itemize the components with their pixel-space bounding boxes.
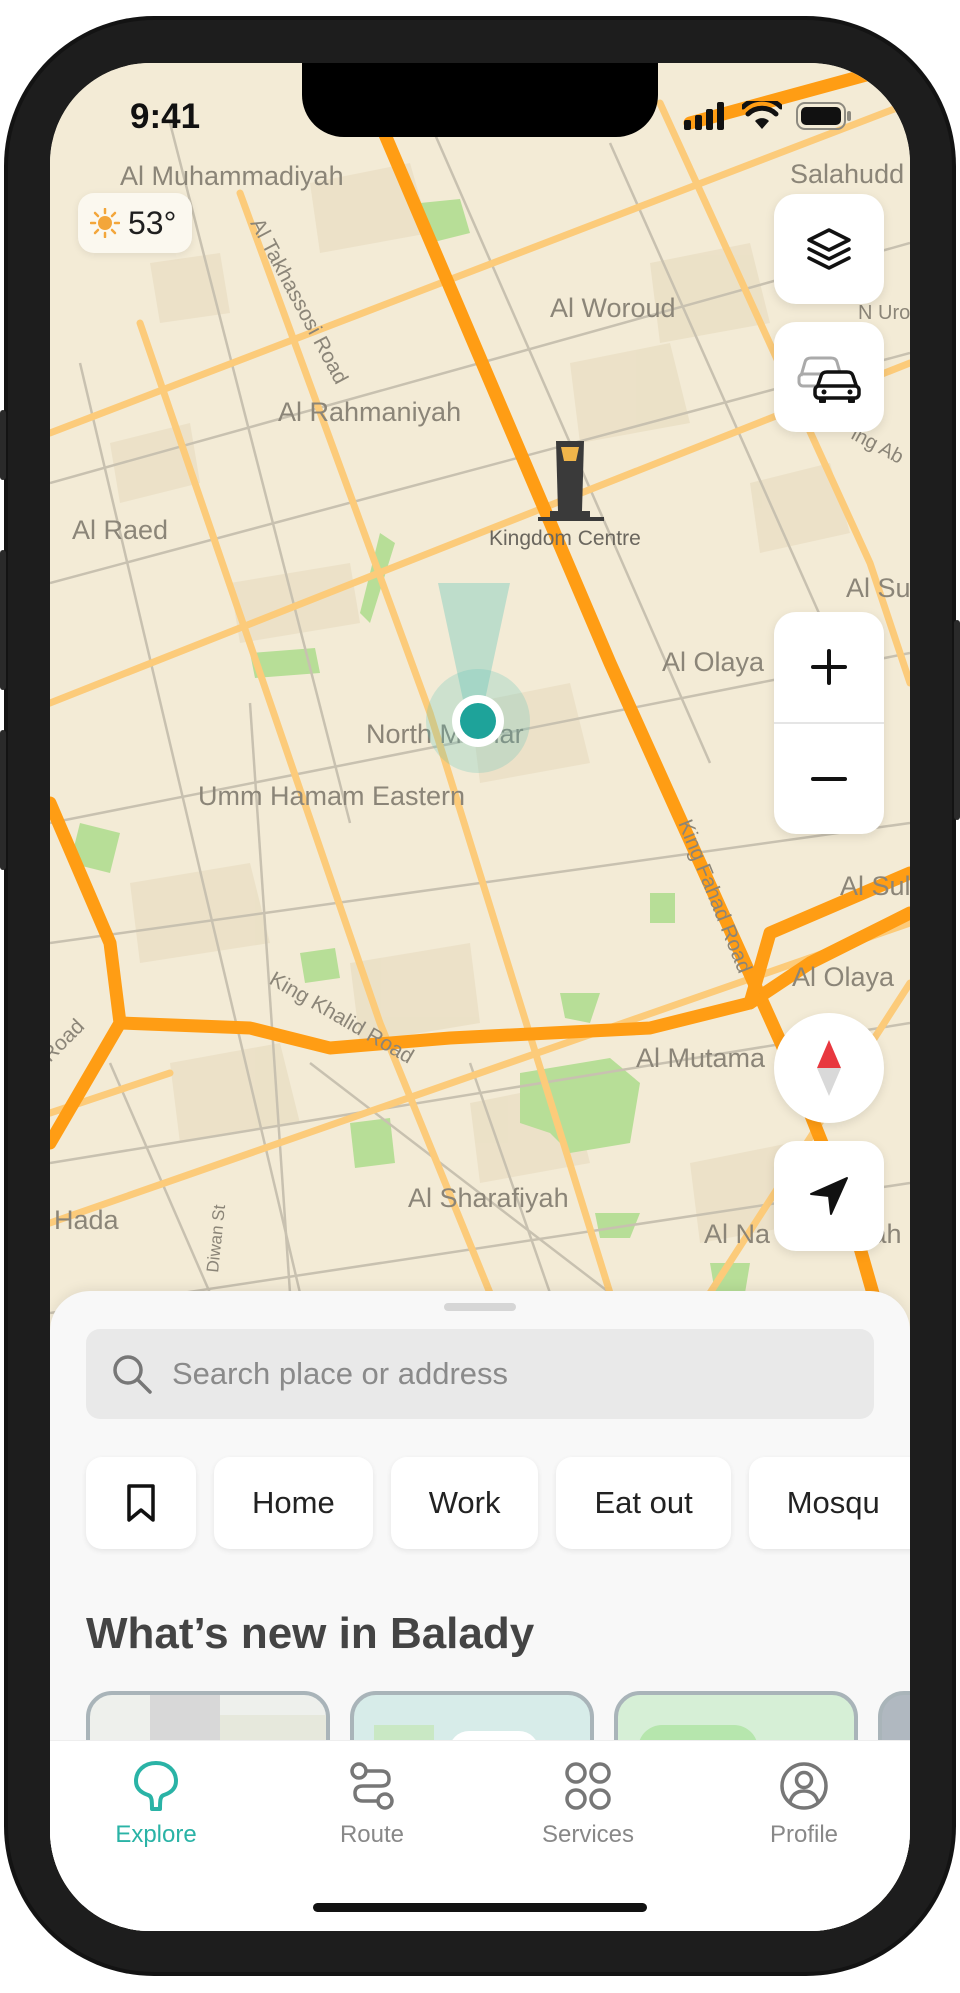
search-placeholder: Search place or address <box>172 1356 509 1391</box>
sun-icon <box>90 208 120 238</box>
zoom-in-button[interactable] <box>774 612 884 722</box>
chip-eat-out[interactable]: Eat out <box>556 1457 731 1549</box>
map-label-al-raed: Al Raed <box>72 515 168 545</box>
wifi-icon <box>742 101 782 129</box>
zoom-out-button[interactable] <box>774 724 884 834</box>
sheet-drag-handle[interactable] <box>444 1303 516 1311</box>
home-indicator[interactable] <box>313 1903 647 1912</box>
tab-route[interactable]: Route <box>272 1759 472 1849</box>
chip-mosque[interactable]: Mosqu <box>748 1457 910 1549</box>
screen: Al Muhammadiyah Salahudd Al Woroud N Uro… <box>50 63 910 1931</box>
map-label-al-rahmaniyah: Al Rahmaniyah <box>278 397 461 427</box>
locate-me-button[interactable] <box>774 1141 884 1251</box>
side-button <box>954 620 960 820</box>
section-title: What’s new in Balady <box>86 1609 535 1658</box>
map-label-al-mutama: Al Mutama <box>636 1043 766 1073</box>
signal-icon <box>684 102 724 130</box>
map-label-al-woroud: Al Woroud <box>550 293 676 323</box>
tab-label: Explore <box>115 1821 197 1848</box>
map-label-kingdom-centre: Kingdom Centre <box>489 527 641 550</box>
route-icon <box>350 1762 394 1810</box>
explore-pin-icon <box>134 1761 178 1811</box>
zoom-control <box>774 612 884 834</box>
map-label-al-olaya: Al Olaya <box>662 647 765 677</box>
grid-icon <box>565 1762 611 1810</box>
battery-icon <box>796 102 851 130</box>
quick-chips: Home Work Eat out Mosqu <box>86 1457 910 1549</box>
navigation-arrow-icon <box>810 1177 848 1215</box>
map-label-salahudd: Salahudd <box>790 159 904 189</box>
map-label-n-uro: N Uro <box>858 302 910 324</box>
map-label-al-su: Al Su <box>846 573 910 603</box>
plus-icon <box>811 649 847 685</box>
map-label-umm-hamam-eastern: Umm Hamam Eastern <box>198 781 465 811</box>
compass-icon <box>817 1040 841 1096</box>
tab-explore[interactable]: Explore <box>56 1759 256 1849</box>
volume-down-button <box>0 730 6 870</box>
map-label-al-sul: Al Sul <box>840 871 910 901</box>
map-label-hada: Hada <box>54 1205 120 1235</box>
tab-label: Services <box>541 1821 635 1848</box>
status-bar: 9:41 <box>50 63 910 137</box>
tab-label: Profile <box>769 1821 839 1848</box>
minus-icon <box>811 777 847 781</box>
chip-work[interactable]: Work <box>390 1457 539 1549</box>
car-icon <box>797 356 861 403</box>
weather-temperature: 53° <box>128 204 177 241</box>
map-label-al-olaya-2: Al Olaya <box>792 962 895 992</box>
status-time: 9:41 <box>130 97 201 136</box>
volume-up-button <box>0 550 6 690</box>
mute-switch <box>0 410 6 480</box>
bookmark-icon <box>127 1484 155 1522</box>
map-label-al-muhammadiyah: Al Muhammadiyah <box>120 161 344 191</box>
profile-icon <box>780 1762 828 1810</box>
map-label-al-sharafiyah: Al Sharafiyah <box>408 1183 569 1213</box>
layers-icon <box>807 228 851 270</box>
weather-badge[interactable]: 53° <box>78 193 193 253</box>
map-label-al-na: Al Na <box>704 1219 771 1249</box>
tab-services[interactable]: Services <box>488 1759 688 1849</box>
saved-places-chip[interactable] <box>86 1457 196 1549</box>
tab-label: Route <box>339 1821 405 1848</box>
search-icon <box>113 1355 152 1394</box>
compass-button[interactable] <box>774 1013 884 1123</box>
map-layers-button[interactable] <box>774 194 884 304</box>
tab-profile[interactable]: Profile <box>704 1759 904 1849</box>
search-bar[interactable]: Search place or address <box>86 1329 874 1419</box>
traffic-button[interactable] <box>774 322 884 432</box>
chip-home[interactable]: Home <box>214 1457 373 1549</box>
